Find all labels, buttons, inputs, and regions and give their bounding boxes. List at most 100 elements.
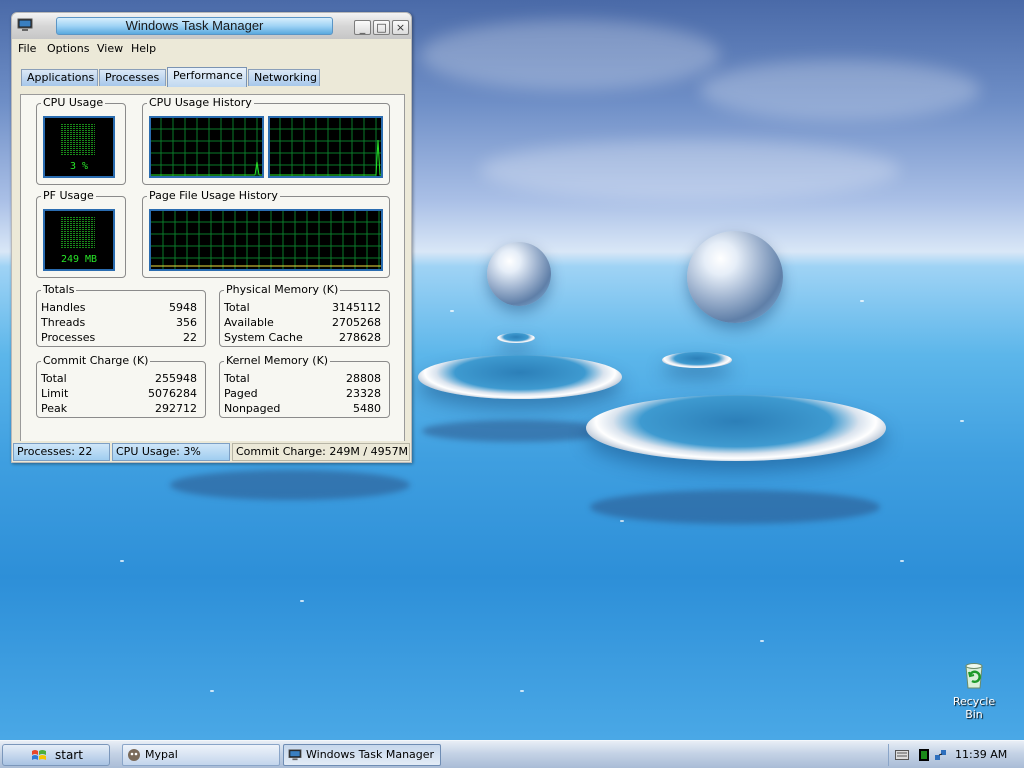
recycle-bin-icon bbox=[965, 663, 983, 689]
cpu-usage-title: CPU Usage bbox=[41, 96, 106, 110]
physical-available-value: 2705268 bbox=[332, 316, 381, 329]
pf-usage-title: PF Usage bbox=[41, 189, 96, 203]
commit-total-value: 255948 bbox=[155, 372, 197, 385]
pf-usage-value: 249 MB bbox=[60, 254, 98, 265]
kernel-nonpaged-label: Nonpaged bbox=[224, 402, 281, 415]
cpu-usage-value: 3 % bbox=[69, 161, 89, 172]
recycle-bin[interactable]: Recycle Bin bbox=[944, 658, 1004, 721]
physical-available-label: Available bbox=[224, 316, 274, 329]
water-ring bbox=[586, 395, 886, 461]
cloud bbox=[420, 20, 720, 90]
system-cache-label: System Cache bbox=[224, 331, 303, 344]
status-processes: Processes: 22 bbox=[13, 443, 110, 461]
commit-limit-value: 5076284 bbox=[148, 387, 197, 400]
floating-orb bbox=[487, 242, 551, 306]
status-bar: Processes: 22 CPU Usage: 3% Commit Charg… bbox=[12, 441, 411, 462]
cpu-usage-group: CPU Usage 3 % bbox=[36, 96, 126, 185]
threads-label: Threads bbox=[41, 316, 86, 329]
maximize-button[interactable]: □ bbox=[373, 20, 390, 35]
system-cache-value: 278628 bbox=[339, 331, 381, 344]
tab-processes[interactable]: Processes bbox=[99, 69, 166, 86]
desktop-icon-edge[interactable] bbox=[2, 5, 10, 15]
menu-options[interactable]: Options bbox=[47, 42, 89, 56]
cpu-history-title: CPU Usage History bbox=[147, 96, 254, 110]
pf-history-group: Page File Usage History bbox=[142, 189, 390, 278]
kernel-memory-group: Kernel Memory (K) Total 28808 Paged 2332… bbox=[219, 354, 390, 418]
processes-value: 22 bbox=[183, 331, 197, 344]
desktop-icon-edge[interactable] bbox=[2, 368, 10, 378]
status-commit-charge: Commit Charge: 249M / 4957M bbox=[232, 443, 410, 461]
tab-applications[interactable]: Applications bbox=[21, 69, 98, 86]
totals-title: Totals bbox=[41, 283, 77, 297]
pf-usage-meter: 249 MB bbox=[43, 209, 115, 271]
kernel-memory-title: Kernel Memory (K) bbox=[224, 354, 331, 368]
task-manager-icon bbox=[288, 749, 302, 761]
recycle-bin-label: Recycle Bin bbox=[952, 695, 996, 721]
cpu-history-group: CPU Usage History bbox=[142, 96, 390, 185]
start-button[interactable]: start bbox=[2, 744, 110, 766]
handles-label: Handles bbox=[41, 301, 86, 314]
water-ring bbox=[418, 355, 622, 399]
windows-logo-icon bbox=[32, 750, 46, 760]
minimize-icon: _ bbox=[359, 21, 366, 34]
task-manager-icon bbox=[17, 18, 33, 31]
pf-usage-group: PF Usage 249 MB bbox=[36, 189, 126, 278]
commit-charge-title: Commit Charge (K) bbox=[41, 354, 151, 368]
ring-shadow bbox=[422, 420, 612, 442]
tab-performance[interactable]: Performance bbox=[167, 67, 247, 87]
ring-shadow bbox=[590, 490, 880, 524]
menu-help[interactable]: Help bbox=[131, 42, 156, 56]
cpu-usage-meter: 3 % bbox=[43, 116, 115, 178]
cpu-history-chart bbox=[270, 118, 381, 176]
commit-limit-label: Limit bbox=[41, 387, 69, 400]
start-label: start bbox=[55, 748, 83, 762]
commit-peak-label: Peak bbox=[41, 402, 68, 415]
system-tray: 11:39 AM bbox=[888, 744, 1022, 766]
clock[interactable]: 11:39 AM bbox=[955, 748, 1007, 762]
cpu-meter-bars bbox=[61, 124, 95, 156]
close-button[interactable]: × bbox=[392, 20, 409, 35]
kernel-total-label: Total bbox=[224, 372, 250, 385]
tab-networking[interactable]: Networking bbox=[248, 69, 320, 86]
desktop-icon-edge[interactable] bbox=[2, 122, 10, 132]
minimize-button[interactable]: _ bbox=[354, 20, 371, 35]
pf-history-graph bbox=[149, 209, 383, 271]
status-cpu-usage: CPU Usage: 3% bbox=[112, 443, 230, 461]
pf-history-title: Page File Usage History bbox=[147, 189, 280, 203]
title-bar[interactable]: Windows Task Manager _ □ × bbox=[12, 13, 411, 39]
pf-meter-bars bbox=[61, 217, 95, 249]
commit-total-label: Total bbox=[41, 372, 67, 385]
taskbar-item-label: Windows Task Manager bbox=[306, 748, 435, 761]
disc bbox=[662, 352, 732, 368]
taskbar-item-label: Mypal bbox=[145, 748, 178, 761]
floating-orb bbox=[687, 231, 783, 323]
physical-memory-title: Physical Memory (K) bbox=[224, 283, 341, 297]
mypal-icon bbox=[128, 749, 140, 761]
totals-group: Totals Handles 5948 Threads 356 Processe… bbox=[36, 283, 206, 347]
kernel-nonpaged-value: 5480 bbox=[353, 402, 381, 415]
kernel-total-value: 28808 bbox=[346, 372, 381, 385]
taskbar-item-mypal[interactable]: Mypal bbox=[122, 744, 280, 766]
menu-view[interactable]: View bbox=[97, 42, 123, 56]
window-title: Windows Task Manager bbox=[56, 17, 333, 35]
task-manager-window[interactable]: Windows Task Manager _ □ × File Options … bbox=[11, 12, 412, 463]
handles-value: 5948 bbox=[169, 301, 197, 314]
cloud bbox=[700, 60, 980, 120]
cpu-history-graph-core2 bbox=[268, 116, 383, 178]
pf-history-chart bbox=[151, 211, 381, 269]
physical-total-value: 3145112 bbox=[332, 301, 381, 314]
network-icon[interactable] bbox=[935, 749, 947, 761]
cpu-meter-tray-icon[interactable] bbox=[919, 749, 929, 761]
desktop-icon-edge[interactable] bbox=[2, 205, 10, 215]
taskbar: start Mypal Windows Task Manager 11:39 A… bbox=[0, 740, 1024, 768]
disc bbox=[497, 333, 535, 343]
cloud bbox=[480, 140, 900, 200]
cpu-history-chart bbox=[151, 118, 262, 176]
taskbar-item-task-manager[interactable]: Windows Task Manager bbox=[283, 744, 441, 766]
kernel-paged-label: Paged bbox=[224, 387, 258, 400]
close-icon: × bbox=[395, 21, 406, 34]
keyboard-icon[interactable] bbox=[895, 750, 909, 760]
menu-file[interactable]: File bbox=[18, 42, 36, 56]
physical-total-label: Total bbox=[224, 301, 250, 314]
processes-label: Processes bbox=[41, 331, 96, 344]
